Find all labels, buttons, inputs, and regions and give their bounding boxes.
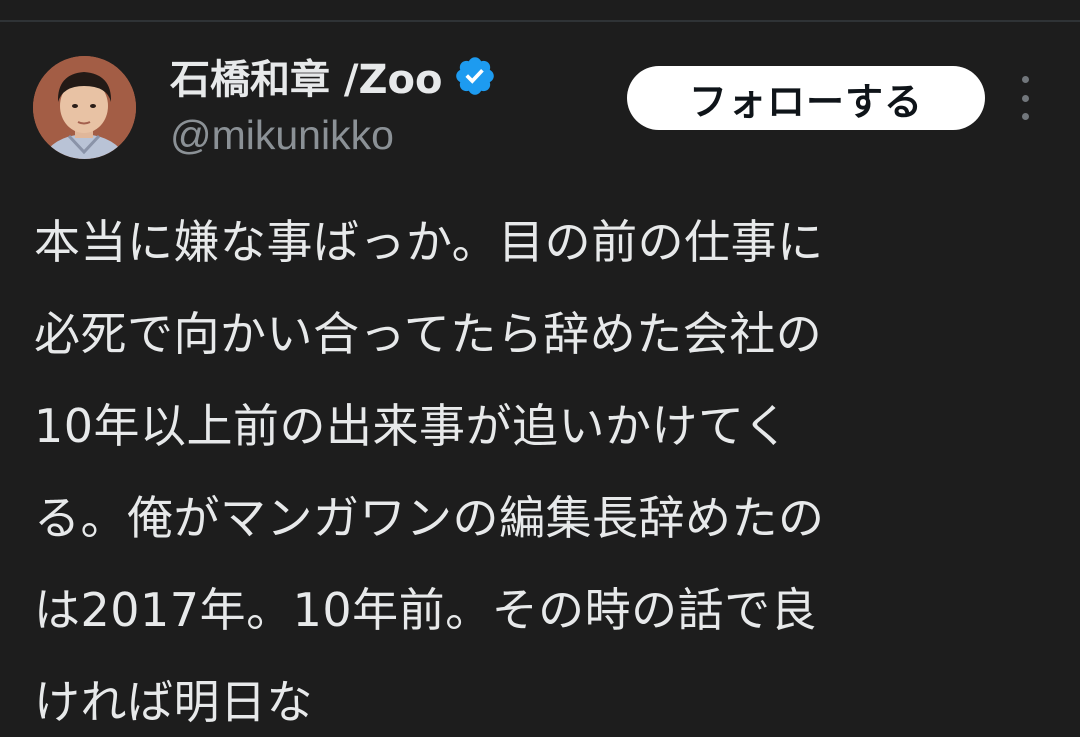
more-options-icon[interactable] bbox=[1010, 76, 1040, 120]
top-divider bbox=[0, 20, 1080, 22]
tweet-line: は2017年。10年前。その時の話で良 bbox=[34, 583, 818, 637]
display-name-row: 石橋和章 /Zoo bbox=[170, 48, 497, 104]
tweet-line: 必死で向かい合ってたら辞めた会社の bbox=[34, 307, 823, 361]
tweet-line: 10年以上前の出来事が追いかけてく bbox=[34, 399, 790, 453]
more-dot bbox=[1021, 76, 1029, 83]
avatar-image bbox=[33, 56, 136, 159]
more-dot bbox=[1021, 94, 1029, 102]
tweet-line: ければ明日な bbox=[34, 675, 313, 729]
verified-badge-icon bbox=[455, 57, 494, 95]
avatar[interactable] bbox=[33, 56, 136, 159]
tweet-line: る。俺がマンガワンの編集長辞めたの bbox=[34, 491, 825, 545]
user-handle[interactable]: @mikunikko bbox=[170, 112, 394, 159]
more-dot bbox=[1021, 113, 1029, 120]
tweet-line: 本当に嫌な事ばっか。目の前の仕事に bbox=[34, 215, 824, 269]
follow-button[interactable]: フォローする bbox=[627, 66, 985, 130]
display-name[interactable]: 石橋和章 /Zoo bbox=[170, 47, 443, 105]
tweet-text: 本当に嫌な事ばっか。目の前の仕事に 必死で向かい合ってたら辞めた会社の 10年以… bbox=[34, 196, 1064, 737]
